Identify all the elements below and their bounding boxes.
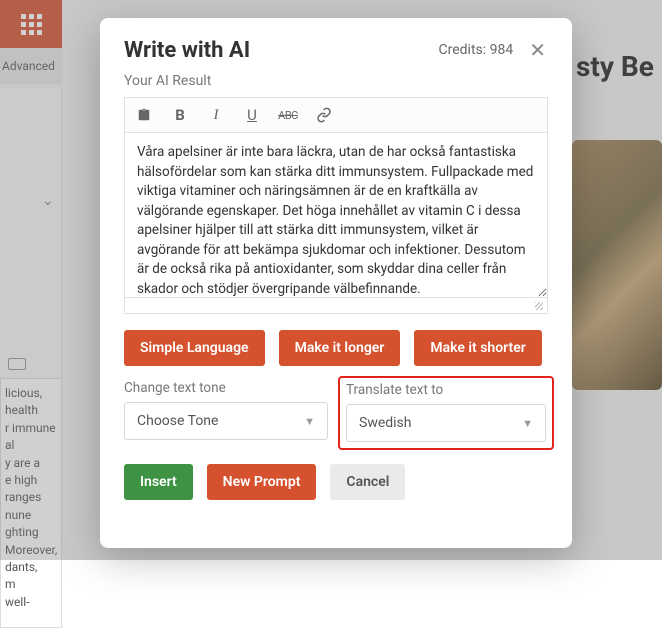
result-label: Your AI Result <box>124 73 548 89</box>
translate-control: Translate text to Swedish ▼ <box>344 380 548 444</box>
simple-language-button[interactable]: Simple Language <box>124 330 265 366</box>
chevron-down-icon: ▼ <box>304 415 315 428</box>
make-shorter-button[interactable]: Make it shorter <box>414 330 541 366</box>
tone-select[interactable]: Choose Tone ▼ <box>124 402 328 440</box>
modal-title: Write with AI <box>124 38 250 63</box>
translate-label: Translate text to <box>346 382 546 398</box>
translate-select[interactable]: Swedish ▼ <box>346 404 546 442</box>
paste-icon[interactable] <box>135 106 153 124</box>
close-icon[interactable]: ✕ <box>527 38 548 62</box>
write-with-ai-modal: Write with AI Credits: 984 ✕ Your AI Res… <box>100 18 572 548</box>
italic-icon[interactable]: I <box>207 106 225 124</box>
translate-selected-value: Swedish <box>359 415 412 431</box>
translate-highlight-box: Translate text to Swedish ▼ <box>338 376 554 450</box>
chevron-down-icon: ▼ <box>522 417 533 430</box>
make-longer-button[interactable]: Make it longer <box>279 330 401 366</box>
tone-selected-value: Choose Tone <box>137 413 218 429</box>
ai-result-editor[interactable]: Våra apelsiner är inte bara läckra, utan… <box>124 132 548 298</box>
insert-button[interactable]: Insert <box>124 464 193 500</box>
editor-resize-handle[interactable] <box>124 298 548 314</box>
strikethrough-icon[interactable]: ABC <box>279 106 297 124</box>
credits-counter: Credits: 984 <box>439 42 514 58</box>
new-prompt-button[interactable]: New Prompt <box>207 464 317 500</box>
tone-label: Change text tone <box>124 380 328 396</box>
underline-icon[interactable]: U <box>243 106 261 124</box>
cancel-button[interactable]: Cancel <box>330 464 405 500</box>
tone-control: Change text tone Choose Tone ▼ <box>124 380 328 444</box>
bold-icon[interactable]: B <box>171 106 189 124</box>
editor-toolbar: B I U ABC <box>124 97 548 132</box>
link-icon[interactable] <box>315 106 333 124</box>
